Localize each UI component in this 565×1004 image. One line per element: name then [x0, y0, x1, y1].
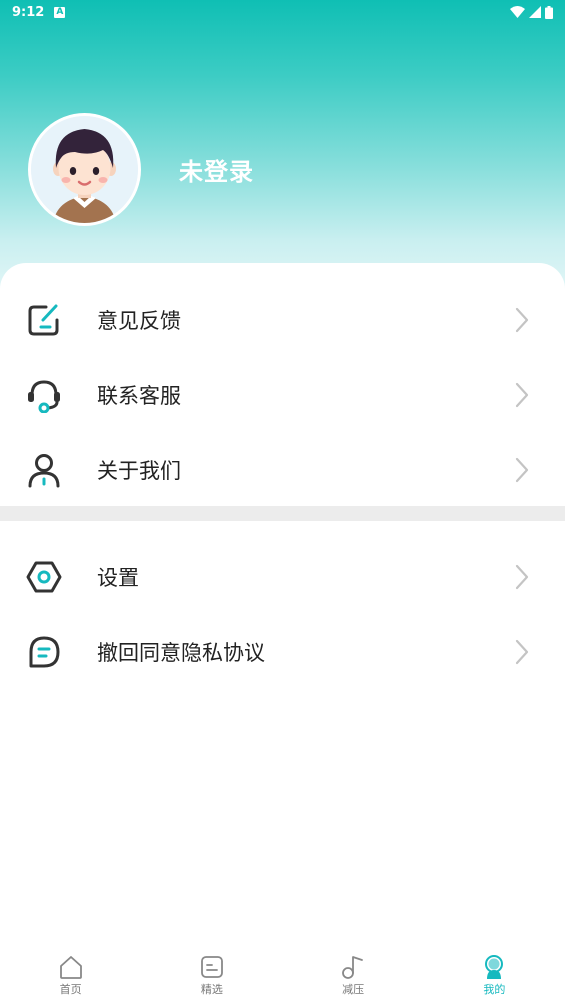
music-note-icon	[342, 956, 364, 979]
status-time: 9:12	[12, 4, 45, 20]
menu-label-feedback: 意见反馈	[97, 308, 181, 333]
nav-tab-home[interactable]: 首页	[0, 944, 141, 1004]
settings-hexagon-icon	[26, 561, 62, 592]
chevron-right-icon	[515, 564, 529, 589]
boy-avatar-icon	[31, 116, 138, 223]
chevron-right-icon	[515, 382, 529, 407]
menu-item-about-us[interactable]: 关于我们	[0, 432, 565, 507]
nav-tab-mine[interactable]: 我的	[424, 944, 565, 1004]
username-label[interactable]: 未登录	[179, 152, 254, 187]
profile-icon	[485, 955, 504, 979]
chevron-right-icon	[515, 307, 529, 332]
menu-label-customer-service: 联系客服	[97, 383, 181, 408]
menu-item-customer-service[interactable]: 联系客服	[0, 357, 565, 432]
note-icon	[200, 956, 223, 978]
wifi-icon	[510, 6, 525, 18]
menu-label-settings: 设置	[97, 565, 139, 590]
home-icon	[59, 956, 82, 979]
menu-item-revoke-privacy[interactable]: 撤回同意隐私协议	[0, 614, 565, 689]
menu-label-revoke-privacy: 撤回同意隐私协议	[97, 640, 265, 665]
signal-icon	[529, 6, 541, 18]
notification-icon: A	[54, 6, 66, 18]
nav-label-mine: 我的	[483, 983, 506, 996]
menu-item-feedback[interactable]: 意见反馈	[0, 282, 565, 357]
menu-item-settings[interactable]: 设置	[0, 539, 565, 614]
nav-label-featured: 精选	[200, 983, 223, 996]
status-bar: 9:12 A	[0, 0, 565, 24]
nav-tab-relax[interactable]: 减压	[283, 944, 424, 1004]
edit-square-icon	[28, 304, 59, 335]
chat-bubble-icon	[29, 636, 60, 667]
bottom-navigation: 首页 精选 减压 我的	[0, 944, 565, 1004]
avatar[interactable]	[28, 113, 141, 226]
user-icon	[28, 453, 60, 487]
nav-label-home: 首页	[59, 983, 82, 996]
chevron-right-icon	[515, 639, 529, 664]
nav-tab-featured[interactable]: 精选	[141, 944, 282, 1004]
profile-header[interactable]: 未登录	[28, 113, 254, 226]
nav-label-relax: 减压	[342, 983, 365, 996]
menu-label-about-us: 关于我们	[97, 458, 181, 483]
battery-icon	[545, 5, 553, 19]
chevron-right-icon	[515, 457, 529, 482]
headset-icon	[28, 379, 60, 413]
profile-screen: 9:12 A 未登录 意见反馈 联系客服 关于我们 设置 撤回同意隐私协议 首页…	[0, 0, 565, 1004]
section-divider	[0, 506, 565, 521]
